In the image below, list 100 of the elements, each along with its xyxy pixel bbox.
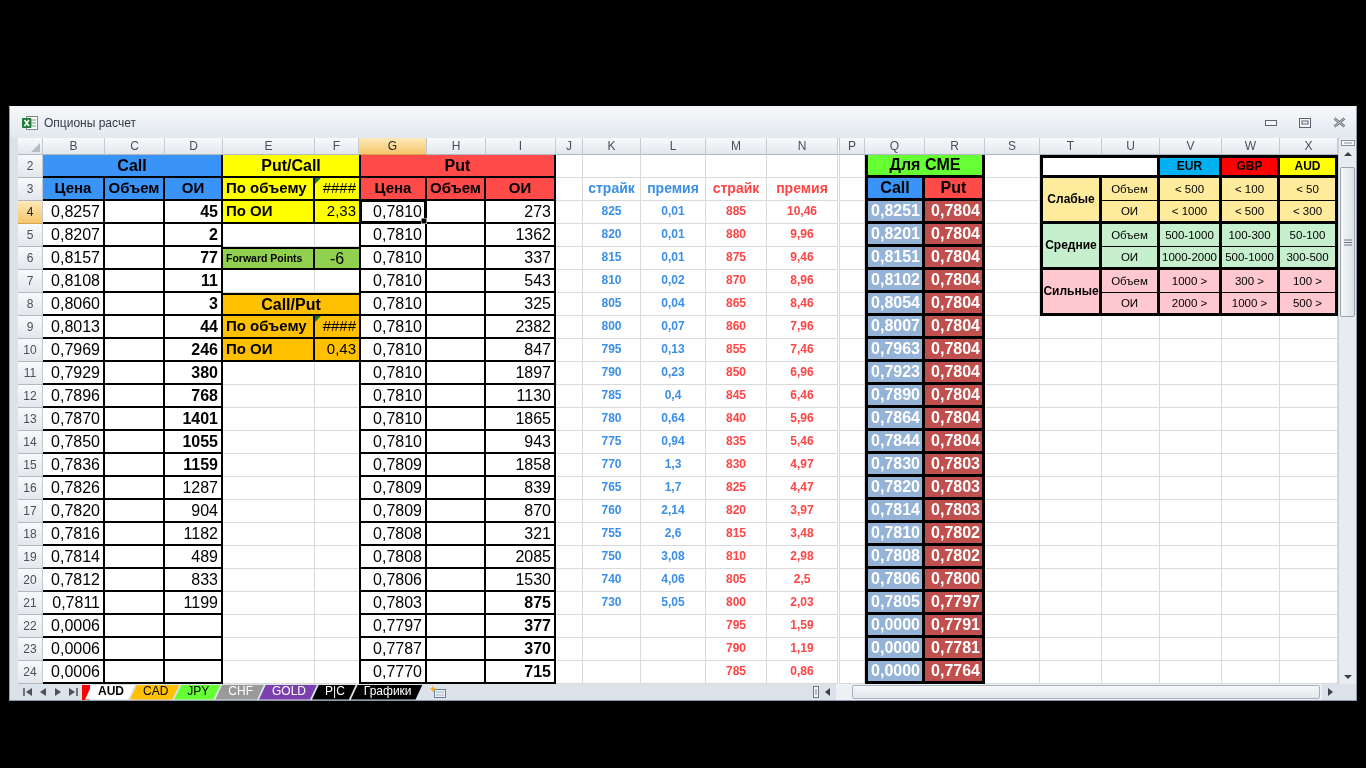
column-letter[interactable]: F xyxy=(315,138,359,155)
column-letter[interactable]: U xyxy=(1102,138,1160,155)
sheet-tab[interactable]: JPY xyxy=(174,684,221,700)
row-number[interactable]: 18 xyxy=(18,523,43,546)
table-cell: 833 xyxy=(165,569,223,592)
restore-icon xyxy=(1299,117,1311,128)
table-cell: 0,7808 xyxy=(359,523,427,546)
table-cell: 0,7808 xyxy=(359,546,427,569)
column-letter[interactable]: Q xyxy=(865,138,925,155)
column-letter[interactable]: H xyxy=(427,138,486,155)
table-cell: 1897 xyxy=(486,362,556,385)
row-label: Объем xyxy=(1102,178,1160,201)
column-letter[interactable]: K xyxy=(583,138,641,155)
column-header: ОИ xyxy=(486,178,556,201)
table-cell: 0,7929 xyxy=(43,362,105,385)
table-cell: 489 xyxy=(165,546,223,569)
row-number[interactable]: 9 xyxy=(18,316,43,339)
row-label: Средние xyxy=(1040,224,1102,270)
row-number[interactable]: 4 xyxy=(18,201,43,224)
split-handle-icon[interactable] xyxy=(812,685,820,699)
column-letter[interactable]: E xyxy=(223,138,315,155)
table-cell: < 500 xyxy=(1222,201,1280,224)
table-cell: 0,7802 xyxy=(925,523,985,546)
table-cell: 0,4 xyxy=(641,385,706,408)
column-letter[interactable]: G xyxy=(359,138,427,155)
scroll-thumb[interactable] xyxy=(852,685,1320,699)
table-cell: 835 xyxy=(706,431,767,454)
table-cell: 815 xyxy=(706,523,767,546)
split-handle-icon[interactable] xyxy=(1339,139,1356,147)
row-number[interactable]: 19 xyxy=(18,546,43,569)
row-number[interactable]: 22 xyxy=(18,615,43,638)
row-label: По объему xyxy=(223,316,315,339)
table-cell: 1865 xyxy=(486,408,556,431)
table-cell: 840 xyxy=(706,408,767,431)
column-letter[interactable]: B xyxy=(43,138,105,155)
table-cell: 1159 xyxy=(165,454,223,477)
table-cell: 0,23 xyxy=(641,362,706,385)
row-number[interactable]: 15 xyxy=(18,454,43,477)
table-cell: #### xyxy=(315,316,359,339)
row-number[interactable]: 8 xyxy=(18,293,43,316)
row-number[interactable]: 13 xyxy=(18,408,43,431)
table-cell: 1199 xyxy=(165,592,223,615)
table-cell: 1287 xyxy=(165,477,223,500)
row-number[interactable]: 12 xyxy=(18,385,43,408)
column-letter[interactable]: V xyxy=(1160,138,1222,155)
column-letter[interactable]: X xyxy=(1280,138,1338,155)
table-cell: 8,46 xyxy=(767,293,838,316)
row-number[interactable]: 2 xyxy=(18,155,43,178)
column-letter[interactable]: S xyxy=(985,138,1040,155)
scroll-thumb[interactable] xyxy=(1340,167,1355,317)
column-letter[interactable]: C xyxy=(105,138,165,155)
column-letter[interactable]: I xyxy=(486,138,556,155)
sheet-tab[interactable]: Графики xyxy=(350,684,423,700)
row-number[interactable]: 5 xyxy=(18,224,43,247)
row-number[interactable]: 24 xyxy=(18,661,43,684)
column-letter[interactable]: P xyxy=(840,138,865,155)
column-letter[interactable]: M xyxy=(706,138,767,155)
row-number[interactable]: 11 xyxy=(18,362,43,385)
column-header: страйк xyxy=(706,178,767,201)
column-letter[interactable]: N xyxy=(767,138,838,155)
table-cell: 0,7781 xyxy=(925,638,985,661)
table-cell: 0,7896 xyxy=(43,385,105,408)
table-cell: 3,08 xyxy=(641,546,706,569)
column-letter[interactable]: T xyxy=(1040,138,1102,155)
table-cell: 0,8060 xyxy=(43,293,105,316)
row-number[interactable]: 14 xyxy=(18,431,43,454)
table-cell: 0,7844 xyxy=(865,431,925,454)
sheet-tab[interactable]: CAD xyxy=(130,684,180,700)
table-cell: 805 xyxy=(583,293,641,316)
table-cell: 370 xyxy=(486,638,556,661)
column-letter[interactable]: L xyxy=(641,138,706,155)
skip-back-icon[interactable] xyxy=(22,686,34,698)
sheet-tab[interactable]: GOLD xyxy=(259,684,318,700)
table-cell: 100 > xyxy=(1280,270,1338,293)
table-cell: 0,7764 xyxy=(925,661,985,684)
sheet-tab[interactable]: P|C xyxy=(312,684,356,700)
row-number[interactable]: 17 xyxy=(18,500,43,523)
row-number[interactable]: 20 xyxy=(18,569,43,592)
row-number[interactable]: 6 xyxy=(18,247,43,270)
column-letter[interactable]: J xyxy=(556,138,583,155)
column-letter[interactable]: D xyxy=(165,138,223,155)
table-cell: 0,7800 xyxy=(925,569,985,592)
row-number[interactable]: 10 xyxy=(18,339,43,362)
column-letter[interactable]: R xyxy=(925,138,985,155)
row-number[interactable]: 21 xyxy=(18,592,43,615)
row-number[interactable]: 7 xyxy=(18,270,43,293)
sheet-tab[interactable]: AUD xyxy=(85,684,135,700)
fill-handle-icon[interactable] xyxy=(421,218,427,224)
table-cell: 543 xyxy=(486,270,556,293)
table-cell: 1055 xyxy=(165,431,223,454)
table-cell: 50-100 xyxy=(1280,224,1338,247)
row-number[interactable]: 16 xyxy=(18,477,43,500)
table-cell: 0,7805 xyxy=(865,592,925,615)
new-sheet-icon[interactable] xyxy=(428,685,447,699)
row-number[interactable]: 23 xyxy=(18,638,43,661)
table-cell: 3,48 xyxy=(767,523,838,546)
row-number[interactable]: 3 xyxy=(18,178,43,201)
skip-forward-icon[interactable] xyxy=(67,686,79,698)
column-letter[interactable]: W xyxy=(1222,138,1280,155)
table-cell: 820 xyxy=(583,224,641,247)
